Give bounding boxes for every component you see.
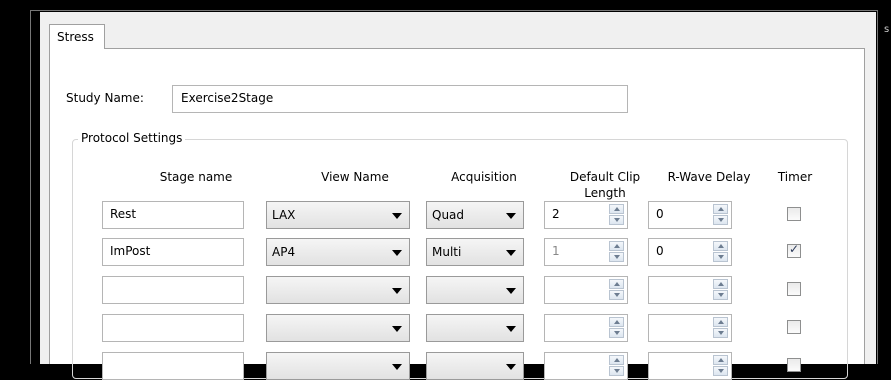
protocol-settings-label: Protocol Settings — [78, 131, 186, 145]
spin-down-icon[interactable] — [713, 290, 728, 300]
stage-name-input[interactable] — [102, 352, 244, 380]
stage-name-input[interactable] — [102, 314, 244, 342]
r-wave-delay-spinner[interactable] — [648, 276, 732, 304]
spin-down-icon[interactable] — [609, 366, 624, 376]
spin-up-icon[interactable] — [713, 317, 728, 327]
background-strip — [0, 0, 30, 364]
default-clip-length-spinner[interactable] — [544, 352, 628, 380]
window-right-frame — [877, 0, 891, 364]
r-wave-delay-value: 0 — [656, 244, 664, 258]
dropdown-arrow-icon — [392, 288, 402, 294]
spin-down-icon[interactable] — [713, 215, 728, 225]
dropdown-arrow-icon — [392, 326, 402, 332]
acquisition-dropdown[interactable]: Quad — [426, 201, 524, 229]
dropdown-arrow-icon — [506, 326, 516, 332]
spin-up-icon[interactable] — [713, 279, 728, 289]
clip-length-value: 1 — [552, 244, 560, 258]
r-wave-delay-spinner[interactable]: 0 — [648, 201, 732, 229]
view-name-dropdown[interactable] — [266, 314, 410, 342]
dropdown-arrow-icon — [392, 213, 402, 219]
r-wave-delay-header: R-Wave Delay — [667, 170, 751, 184]
dropdown-arrow-icon — [506, 364, 516, 370]
spin-up-icon[interactable] — [609, 279, 624, 289]
view-name-dropdown[interactable] — [266, 352, 410, 380]
r-wave-delay-spinner[interactable] — [648, 314, 732, 342]
acquisition-dropdown[interactable] — [426, 276, 524, 304]
acquisition-dropdown[interactable] — [426, 314, 524, 342]
default-clip-length-spinner[interactable] — [544, 314, 628, 342]
stage-name-input[interactable]: ImPost — [102, 238, 244, 266]
timer-checkbox[interactable] — [787, 282, 801, 296]
default-clip-length-spinner[interactable] — [544, 276, 628, 304]
acquisition-dropdown[interactable]: Multi — [426, 238, 524, 266]
spin-up-icon[interactable] — [609, 317, 624, 327]
spin-down-icon[interactable] — [713, 366, 728, 376]
spin-up-icon[interactable] — [713, 204, 728, 214]
timer-checkbox[interactable] — [787, 320, 801, 334]
spin-down-icon[interactable] — [609, 328, 624, 338]
spin-down-icon[interactable] — [713, 328, 728, 338]
r-wave-delay-value: 0 — [656, 207, 664, 221]
checkmark-icon: ✓ — [789, 242, 800, 256]
dropdown-arrow-icon — [506, 250, 516, 256]
tab-stress[interactable]: Stress — [49, 24, 105, 49]
timer-header: Timer — [777, 170, 813, 184]
tab-panel: Study Name: Exercise2Stage Protocol Sett… — [49, 48, 865, 380]
spin-down-icon[interactable] — [713, 252, 728, 262]
spin-up-icon[interactable] — [713, 241, 728, 251]
spin-down-icon[interactable] — [609, 215, 624, 225]
default-clip-length-spinner[interactable]: 2 — [544, 201, 628, 229]
spin-down-icon[interactable] — [609, 290, 624, 300]
r-wave-delay-spinner[interactable] — [648, 352, 732, 380]
window-edge-glyph: s — [884, 24, 890, 35]
timer-checkbox[interactable]: ✓ — [787, 242, 801, 258]
default-clip-header-line1: Default Clip — [569, 170, 641, 184]
clip-length-value: 2 — [552, 207, 560, 221]
study-name-label: Study Name: — [66, 91, 144, 105]
dropdown-arrow-icon — [506, 213, 516, 219]
acquisition-dropdown[interactable] — [426, 352, 524, 380]
view-name-dropdown[interactable]: LAX — [266, 201, 410, 229]
dropdown-arrow-icon — [392, 364, 402, 370]
timer-checkbox[interactable] — [787, 358, 801, 372]
default-clip-length-header: Default Clip Length — [550, 169, 660, 201]
view-name-value: LAX — [272, 208, 296, 222]
view-name-dropdown[interactable]: AP4 — [266, 238, 410, 266]
acquisition-value: Multi — [432, 245, 462, 259]
view-name-dropdown[interactable] — [266, 276, 410, 304]
spin-down-icon[interactable] — [609, 252, 624, 262]
r-wave-delay-spinner[interactable]: 0 — [648, 238, 732, 266]
dropdown-arrow-icon — [506, 288, 516, 294]
stage-name-input[interactable] — [102, 276, 244, 304]
timer-checkbox[interactable] — [787, 207, 801, 221]
acquisition-value: Quad — [432, 208, 465, 222]
stress-dialog: Study Name: Exercise2Stage Protocol Sett… — [40, 12, 876, 380]
default-clip-length-spinner[interactable]: 1 — [544, 238, 628, 266]
view-name-value: AP4 — [272, 245, 296, 259]
spin-up-icon[interactable] — [609, 204, 624, 214]
study-name-input[interactable]: Exercise2Stage — [172, 85, 628, 113]
default-clip-header-line2: Length — [584, 186, 626, 200]
view-name-header: View Name — [321, 170, 389, 184]
stage-name-input[interactable]: Rest — [102, 201, 244, 229]
stage-name-header: Stage name — [159, 170, 233, 184]
dropdown-arrow-icon — [392, 250, 402, 256]
spin-up-icon[interactable] — [609, 241, 624, 251]
acquisition-header: Acquisition — [451, 170, 517, 184]
